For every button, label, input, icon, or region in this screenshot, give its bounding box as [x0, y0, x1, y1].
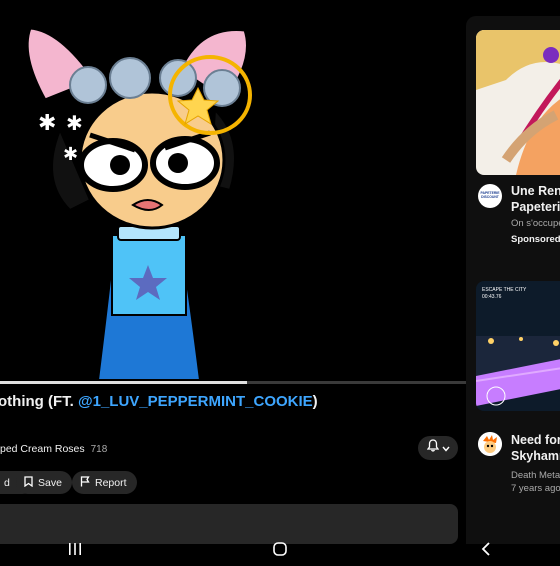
ad-title-line1: Une Rent [511, 184, 560, 198]
video-title-text: othing (FT. [0, 393, 78, 410]
ad-title[interactable]: Une Rent Papeterie [511, 183, 560, 215]
channel-name[interactable]: ped Cream Roses [0, 443, 85, 455]
video-frame-character: ✱ ✱ ✱ [25, 26, 252, 381]
notification-bell-button[interactable] [418, 436, 458, 460]
video-card-title[interactable]: Need for Skyhamm [511, 432, 560, 464]
thumb-overlay-text: ESCAPE THE CITY [482, 287, 527, 293]
video-card-age: 7 years ago [511, 483, 560, 494]
back-icon [481, 541, 491, 561]
thumb-overlay-time: 00:43.76 [482, 294, 502, 300]
mention-link[interactable]: @1_LUV_PEPPERMINT_COOKIE [78, 393, 313, 410]
video-progress-fill [0, 381, 247, 384]
video-card-title-line2: Skyhamm [511, 449, 560, 463]
svg-text:✱: ✱ [63, 144, 78, 165]
report-label: Report [95, 476, 127, 489]
video-progress-bar[interactable] [0, 381, 466, 384]
flag-icon [80, 475, 90, 490]
video-thumbnail[interactable]: ESCAPE THE CITY 00:43.76 [476, 281, 560, 411]
recent-apps-icon [68, 542, 82, 560]
ad-channel-avatar-text: PAPETERIE DISCOUNT [480, 191, 500, 199]
channel-avatar[interactable] [478, 432, 502, 456]
chevron-down-icon [441, 439, 450, 457]
video-title-end: ) [312, 393, 318, 410]
video-player[interactable]: ✱ ✱ ✱ [0, 0, 466, 383]
system-navigation-bar [0, 541, 560, 560]
channel-row: ped Cream Roses 718 [0, 443, 107, 455]
video-card-channel: Death Meta [511, 470, 560, 481]
related-videos-panel: PAPETERIE DISCOUNT Une Rent Papeterie On… [466, 16, 560, 546]
home-button[interactable] [265, 536, 295, 566]
subscriber-count: 718 [90, 444, 108, 455]
ad-thumbnail[interactable] [476, 30, 560, 175]
recent-apps-button[interactable] [60, 536, 90, 566]
save-label: Save [38, 476, 62, 489]
video-card-title-line1: Need for [511, 433, 560, 447]
ad-subtitle: On s'occupe [511, 218, 560, 229]
save-button[interactable]: Save [16, 471, 72, 494]
sponsored-text: Sponsored [511, 234, 560, 245]
sponsored-label: Sponsored · [511, 234, 560, 245]
bookmark-icon [24, 475, 33, 490]
svg-text:✱: ✱ [38, 111, 56, 136]
svg-text:✱: ✱ [66, 111, 83, 135]
report-button[interactable]: Report [72, 471, 137, 494]
home-icon [273, 541, 287, 561]
back-button[interactable] [471, 536, 501, 566]
ad-channel-avatar[interactable]: PAPETERIE DISCOUNT [478, 184, 502, 208]
video-title: othing (FT. @1_LUV_PEPPERMINT_COOKIE) [0, 393, 318, 410]
download-label: d [4, 476, 10, 489]
bell-icon [426, 439, 439, 457]
ad-title-line2: Papeterie [511, 200, 560, 214]
